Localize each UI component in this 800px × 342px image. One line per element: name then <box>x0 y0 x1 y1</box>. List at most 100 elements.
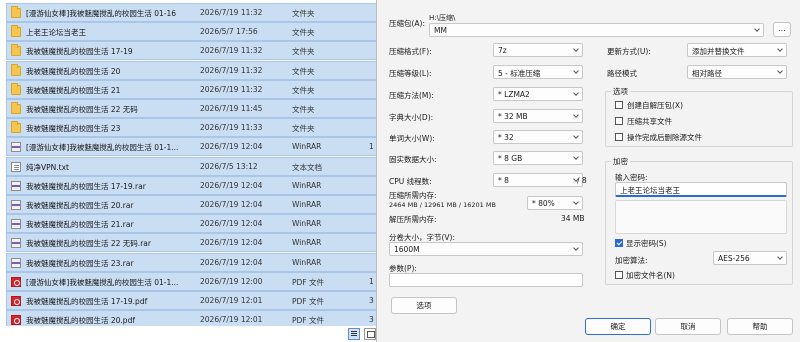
file-row[interactable]: 我被魅魔搅乱的校园生活 20 2026/7/19 11:32 文件夹 <box>6 60 376 80</box>
file-row[interactable]: [漫游仙女棒]我被魅魔搅乱的校园生活 01-1... 2026/7/19 12:0… <box>6 271 376 291</box>
decompress-memory-label: 解压所需内存: <box>389 215 437 224</box>
chevron-down-icon <box>573 46 579 52</box>
chevron-down-icon <box>573 68 579 74</box>
dictionary-value: * 32 MB <box>498 112 528 121</box>
format-select[interactable]: 7z <box>493 43 583 57</box>
archive-path-text: H:\压缩\ <box>429 14 456 22</box>
cpu-threads-label: CPU 线程数: <box>389 177 432 186</box>
file-row[interactable]: 我被魅魔搅乱的校园生活 17-19.pdf 2026/7/19 12:01 PDF … <box>6 291 376 310</box>
password-input[interactable]: 上老王论坛当老王 <box>615 182 787 197</box>
dictionary-select[interactable]: * 32 MB <box>493 109 583 123</box>
show-password-checkbox[interactable] <box>615 239 623 247</box>
large-icons-view-icon[interactable] <box>364 328 376 340</box>
status-bar <box>0 326 376 342</box>
file-type: 文本文档 <box>292 162 322 172</box>
encryption-method-select[interactable]: AES-256 <box>713 251 787 265</box>
parameters-input[interactable] <box>389 273 583 287</box>
cpu-threads-total: / 8 <box>577 176 587 185</box>
cpu-threads-select[interactable]: * 8 <box>493 173 583 187</box>
encryption-method-label: 加密算法: <box>615 256 648 265</box>
rar-archive-icon <box>11 219 21 230</box>
help-button[interactable]: 帮助 <box>727 318 793 335</box>
path-mode-select[interactable]: 相对路径 <box>687 65 787 79</box>
method-select[interactable]: * LZMA2 <box>493 87 583 101</box>
folder-icon <box>11 121 21 134</box>
file-size: 1 <box>369 276 374 286</box>
options-group-title: 选项 <box>611 86 630 97</box>
solid-block-select[interactable]: * 8 GB <box>493 151 583 165</box>
file-row[interactable]: 我被魅魔搅乱的校园生活 20.rar 2026/7/19 12:04 WinRAR <box>6 195 376 214</box>
file-date: 2026/7/19 11:32 <box>200 84 263 94</box>
file-row[interactable]: 上老王论坛当老王 2026/5/7 17:56 文件夹 <box>6 22 376 42</box>
archive-name-label: 压缩包(A): <box>389 19 426 28</box>
word-size-label: 单词大小(W): <box>389 134 435 143</box>
browse-button[interactable]: ... <box>773 22 791 37</box>
file-row[interactable]: [漫游仙女棒]我被魅魔搅乱的校园生活 01-16 2026/7/19 11:32 文… <box>6 3 376 22</box>
compress-memory-label: 压缩所需内存: <box>389 191 437 200</box>
rar-archive-icon <box>11 257 21 268</box>
file-type: PDF 文件 <box>292 297 324 306</box>
file-row[interactable]: 纯净VPN.txt 2026/7/5 13:12 文本文档 <box>6 156 376 176</box>
file-explorer-pane: [漫游仙女棒]我被魅魔搅乱的校园生活 01-16 2026/7/19 11:32 文… <box>0 0 376 342</box>
file-size: 3 <box>369 296 374 305</box>
folder-icon <box>11 102 21 114</box>
file-row[interactable]: 我被魅魔搅乱的校园生活 23 2026/7/19 11:33 文件夹 <box>6 118 376 138</box>
file-name: 我被魅魔搅乱的校园生活 21 <box>26 85 121 95</box>
word-size-value: * 32 <box>498 133 514 142</box>
file-name: 我被魅魔搅乱的校园生活 20.pdf <box>26 316 135 326</box>
password-value: 上老王论坛当老王 <box>620 186 680 195</box>
file-row[interactable]: 我被魅魔搅乱的校园生活 21 2026/7/19 11:32 文件夹 <box>6 79 376 99</box>
delete-after-checkbox[interactable] <box>615 133 623 141</box>
encrypt-filenames-checkbox[interactable] <box>615 271 623 279</box>
memory-usage-select[interactable]: * 80% <box>527 196 583 210</box>
sfx-checkbox[interactable] <box>615 101 623 109</box>
rar-archive-icon <box>11 142 21 153</box>
file-date: 2026/7/19 12:04 <box>200 180 263 190</box>
details-view-icon[interactable] <box>348 328 360 340</box>
word-size-select[interactable]: * 32 <box>493 130 583 144</box>
file-row[interactable]: 我被魅魔搅乱的校园生活 22 无码.rar 2026/7/19 12:04 WinR… <box>6 233 376 253</box>
file-name: 我被魅魔搅乱的校园生活 20.rar <box>26 201 134 210</box>
chevron-down-icon <box>754 26 760 32</box>
file-name: 我被魅魔搅乱的校园生活 20 <box>26 66 121 76</box>
file-row[interactable]: 我被魅魔搅乱的校园生活 21.rar 2026/7/19 12:04 WinRAR <box>6 214 376 234</box>
file-date: 2026/7/19 12:01 <box>200 296 263 305</box>
file-date: 2026/7/19 11:32 <box>200 65 263 75</box>
rar-archive-icon <box>11 180 21 191</box>
rar-archive-icon <box>11 238 21 249</box>
level-select[interactable]: 5 - 标准压缩 <box>493 65 583 79</box>
file-name: 纯净VPN.txt <box>26 162 69 172</box>
file-date: 2026/7/19 12:00 <box>200 276 263 286</box>
file-name: 上老王论坛当老王 <box>26 28 86 38</box>
pdf-file-icon <box>11 315 21 326</box>
file-row[interactable]: 我被魅魔搅乱的校园生活 22 无码 2026/7/19 11:45 文件夹 <box>6 99 376 118</box>
method-value: * LZMA2 <box>498 90 530 99</box>
chevron-down-icon <box>573 199 579 205</box>
file-row[interactable]: 我被魅魔搅乱的校园生活 17-19 2026/7/19 11:32 文件夹 <box>6 41 376 61</box>
file-type: WinRAR <box>292 257 322 267</box>
folder-icon <box>11 44 21 57</box>
file-size: 1 <box>369 142 374 152</box>
file-date: 2026/7/19 12:04 <box>200 219 263 229</box>
file-date: 2026/7/19 12:04 <box>200 257 263 267</box>
folder-icon <box>11 82 21 95</box>
cancel-button[interactable]: 取消 <box>655 318 721 335</box>
memory-usage-value: * 80% <box>532 199 555 208</box>
ok-button[interactable]: 确定 <box>585 318 651 335</box>
shared-files-checkbox[interactable] <box>615 117 623 125</box>
file-name: 我被魅魔搅乱的校园生活 17-19.pdf <box>26 297 148 306</box>
folder-icon <box>11 25 21 38</box>
update-mode-select[interactable]: 添加并替换文件 <box>687 43 787 57</box>
file-row[interactable]: 我被魅魔搅乱的校园生活 23.rar 2026/7/19 12:04 WinRAR <box>6 252 376 272</box>
file-type: 文件夹 <box>292 47 315 57</box>
delete-after-label: 操作完成后删除源文件 <box>627 133 702 142</box>
file-row[interactable]: 我被魅魔搅乱的校园生活 17-19.rar 2026/7/19 12:04 WinR… <box>6 175 376 195</box>
path-mode-value: 相对路径 <box>692 69 722 78</box>
update-mode-value: 添加并替换文件 <box>692 47 745 56</box>
options-button[interactable]: 选项 <box>391 297 457 314</box>
split-volume-select[interactable]: 1600M <box>389 242 583 256</box>
file-row[interactable]: [漫游仙女棒]我被魅魔搅乱的校园生活 01-1... 2026/7/19 12:0… <box>6 137 376 157</box>
format-value: 7z <box>498 46 507 55</box>
archive-name-combo[interactable]: MM <box>429 23 764 37</box>
file-type: WinRAR <box>292 238 322 248</box>
